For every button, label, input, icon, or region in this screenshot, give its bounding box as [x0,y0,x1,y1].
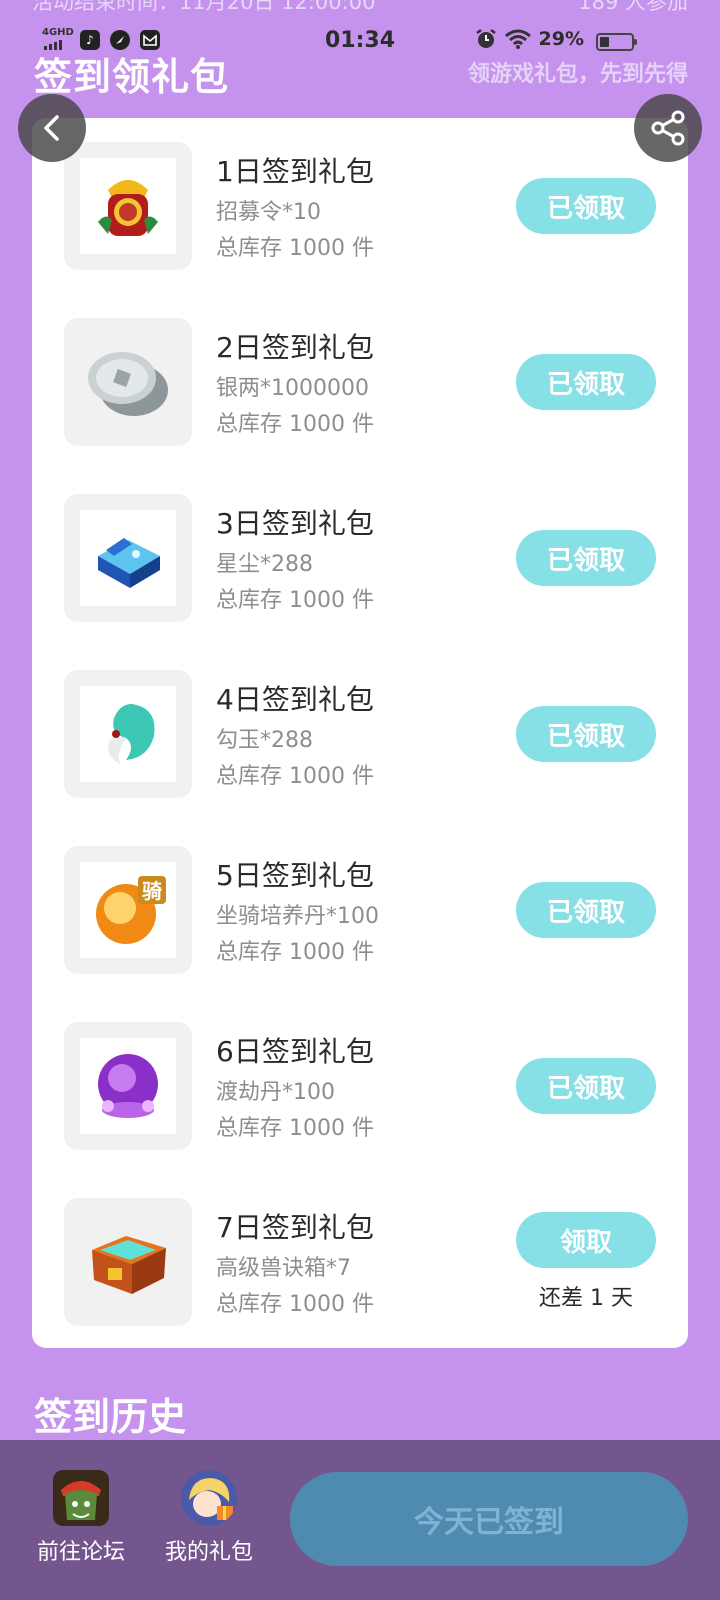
gift-item: 坐骑培养丹*100 [216,904,379,929]
wifi-icon [504,29,531,49]
participant-count: 189 人参加 [578,0,688,14]
share-button[interactable] [634,94,702,162]
signed-today-button[interactable]: 今天已签到 [290,1472,688,1566]
gift-item: 渡劫丹*100 [216,1080,335,1105]
claimed-button[interactable]: 已领取 [516,1058,656,1114]
claimed-button[interactable]: 已领取 [516,530,656,586]
gift-row-day-2: 2日签到礼包 银两*1000000 总库存 1000 件 已领取 [32,294,688,470]
forum-avatar-icon [53,1470,109,1526]
gift-stock: 总库存 1000 件 [216,412,374,437]
my-gifts-tab-label: 我的礼包 [164,1540,253,1565]
gift-row-day-7: 7日签到礼包 高级兽诀箱*7 总库存 1000 件 领取 还差 1 天 [32,1174,688,1350]
gift-item: 银两*1000000 [216,376,369,401]
share-icon [651,110,685,146]
sign-in-history-title: 签到历史 [34,1395,187,1439]
gift-title: 1日签到礼包 [216,155,374,188]
my-gifts-avatar-icon [181,1470,237,1526]
gift-title: 4日签到礼包 [216,683,374,716]
gift-row-day-5: 骑 5日签到礼包 坐骑培养丹*100 总库存 1000 件 已领取 [32,822,688,998]
gift-thumbnail [64,494,192,622]
gift-title: 5日签到礼包 [216,859,374,892]
gift-thumbnail: 骑 [64,846,192,974]
activity-end-time: 活动结束时间：11月20日 12:00:00 [32,0,376,14]
gift-title: 6日签到礼包 [216,1035,374,1068]
claimed-button[interactable]: 已领取 [516,882,656,938]
my-gifts-tab[interactable]: 我的礼包 [154,1470,264,1566]
bottom-bar: 前往论坛 我的礼包 今天已签到 [0,1440,720,1600]
alarm-icon [475,29,496,48]
recruit-token-icon [98,180,158,236]
gift-stock: 总库存 1000 件 [216,1292,374,1317]
gift-row-day-3: 3日签到礼包 星尘*288 总库存 1000 件 已领取 [32,470,688,646]
page-title: 签到领礼包 [34,55,230,99]
page-subtitle: 领游戏礼包，先到先得 [467,62,688,87]
gift-stock: 总库存 1000 件 [216,236,374,261]
days-remaining-text: 还差 1 天 [539,1286,633,1311]
gift-item: 星尘*288 [216,552,313,577]
forum-tab-label: 前往论坛 [36,1540,125,1565]
gift-stock: 总库存 1000 件 [216,588,374,613]
gift-item: 勾玉*288 [216,728,313,753]
gift-item: 高级兽诀箱*7 [216,1256,351,1281]
battery-level [600,37,609,47]
mount-pill-icon: 骑 [96,876,166,944]
battery-percent: 29% [538,28,584,50]
gift-row-day-6: 6日签到礼包 渡劫丹*100 总库存 1000 件 已领取 [32,998,688,1174]
go-to-forum-tab[interactable]: 前往论坛 [26,1470,136,1566]
gift-title: 2日签到礼包 [216,331,374,364]
claim-button[interactable]: 领取 [516,1212,656,1268]
gift-item: 招募令*10 [216,200,321,225]
claimed-button[interactable]: 已领取 [516,706,656,762]
beast-skill-box-icon [92,1236,166,1294]
magatama-icon [108,704,155,764]
gift-stock: 总库存 1000 件 [216,764,374,789]
gift-row-day-1: 1日签到礼包 招募令*10 总库存 1000 件 已领取 [32,118,688,294]
gift-row-day-4: 4日签到礼包 勾玉*288 总库存 1000 件 已领取 [32,646,688,822]
gift-stock: 总库存 1000 件 [216,940,374,965]
mount-badge-text: 骑 [142,879,162,903]
stardust-chest-icon [98,538,160,588]
back-button[interactable] [18,94,86,162]
gift-list-card: 1日签到礼包 招募令*10 总库存 1000 件 已领取 2日签到礼包 银两*1… [32,118,688,1348]
gift-stock: 总库存 1000 件 [216,1116,374,1141]
sign-in-gift-page: 活动结束时间：11月20日 12:00:00 189 人参加 4GHD ♪ 01… [0,0,720,1600]
chevron-left-icon [44,115,59,141]
claimed-button[interactable]: 已领取 [516,178,656,234]
gift-thumbnail [64,670,192,798]
tribulation-pill-icon [98,1054,158,1118]
activity-info-cut: 活动结束时间：11月20日 12:00:00 189 人参加 [32,0,688,14]
gift-title: 3日签到礼包 [216,507,374,540]
claimed-button[interactable]: 已领取 [516,354,656,410]
gift-thumbnail [64,1198,192,1326]
battery-icon [596,33,637,51]
gift-title: 7日签到礼包 [216,1211,374,1244]
gift-thumbnail [64,318,192,446]
gift-thumbnail [64,1022,192,1150]
gift-thumbnail [64,142,192,270]
silver-coins-icon [88,352,168,416]
